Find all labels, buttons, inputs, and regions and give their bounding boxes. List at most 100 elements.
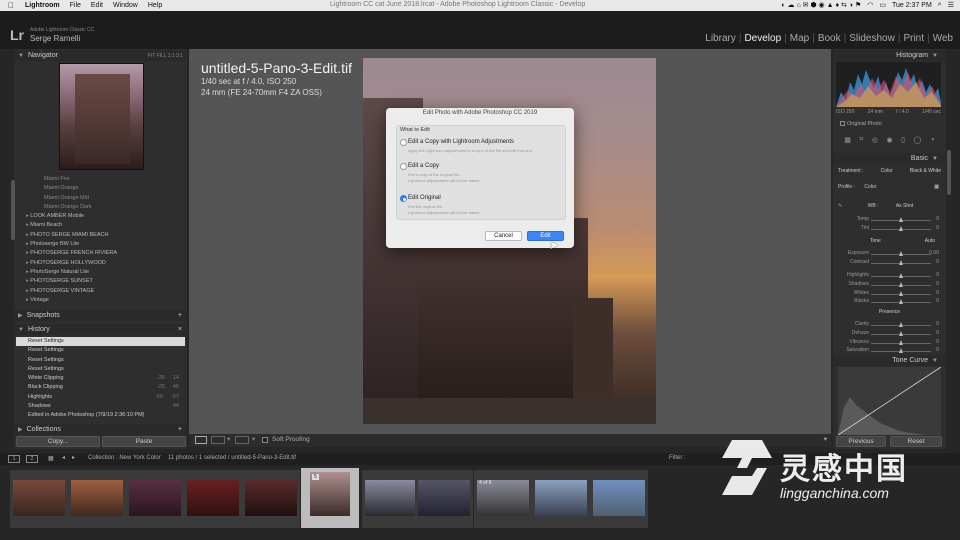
menu-window[interactable]: Window — [108, 2, 143, 9]
slider-dehaze[interactable]: Dehaze 0 — [838, 330, 941, 339]
xy-view-icon[interactable]: ▾ — [227, 435, 230, 443]
adjustment-brush-icon[interactable]: ⚬ — [930, 136, 936, 148]
slider-value[interactable]: 0 — [936, 259, 939, 265]
slider-value[interactable]: 0 — [936, 339, 939, 345]
slider-temp[interactable]: Temp 0 — [838, 216, 941, 225]
preset-item[interactable]: ▸ PHOTOSERGE HOLLYWOOD — [26, 259, 184, 268]
history-item[interactable]: Reset Settings — [16, 356, 185, 365]
copy-button[interactable]: Copy... — [16, 436, 100, 447]
module-book[interactable]: Book — [815, 33, 844, 44]
radio-button[interactable] — [400, 163, 407, 170]
graduated-filter-icon[interactable]: ▯ — [901, 136, 905, 148]
menu-help[interactable]: Help — [143, 2, 167, 9]
clear-history-icon[interactable]: × — [178, 326, 182, 333]
slider-knob[interactable] — [898, 291, 903, 296]
module-slideshow[interactable]: Slideshow — [846, 33, 898, 44]
filmstrip-thumbnail[interactable] — [532, 470, 590, 528]
clock[interactable]: Tue 2:37 PM — [892, 2, 932, 9]
slider-knob[interactable] — [898, 260, 903, 265]
treatment-bw-button[interactable]: Black & White — [910, 168, 941, 174]
slider-exposure[interactable]: Exposure 0.00 — [838, 250, 941, 259]
slider-knob[interactable] — [898, 273, 903, 278]
history-item[interactable]: Edited in Adobe Photoshop (7/9/19 2:36:1… — [16, 411, 185, 420]
menu-edit[interactable]: Edit — [86, 2, 108, 9]
radial-filter-icon[interactable]: ◯ — [913, 136, 921, 148]
paste-button[interactable]: Paste — [102, 436, 186, 447]
slider-value[interactable]: 0 — [936, 330, 939, 336]
stack-badge[interactable]: 5 — [312, 474, 319, 480]
filmstrip-thumbnail[interactable] — [415, 470, 473, 528]
preset-item[interactable]: ▸ PhotoSerge Natural Lite — [26, 268, 184, 277]
histogram[interactable] — [836, 62, 941, 107]
toolbar-menu-icon[interactable]: ▾ — [824, 435, 827, 443]
slider-contrast[interactable]: Contrast 0 — [838, 259, 941, 268]
preset-item[interactable]: ▸ PHOTOSERGE FRENCH RIVIERA — [26, 249, 184, 258]
crop-tool-icon[interactable]: ⌗ — [859, 136, 863, 148]
slider-knob[interactable] — [898, 282, 903, 287]
filmstrip-thumbnail[interactable] — [301, 468, 359, 528]
slider-highlights[interactable]: Highlights 0 — [838, 272, 941, 281]
before-after-dropdown-icon[interactable]: ▾ — [252, 435, 255, 443]
auto-tone-button[interactable]: Auto — [925, 238, 935, 244]
filmstrip-thumbnail[interactable] — [474, 470, 532, 528]
preset-item[interactable]: Miami Orange Dark — [26, 203, 184, 212]
slider-value[interactable]: 0 — [936, 216, 939, 222]
right-scrollbar[interactable] — [947, 150, 951, 195]
radio-button-selected[interactable] — [400, 195, 407, 202]
preset-item[interactable]: ▸ Vintage — [26, 296, 184, 305]
slider-value[interactable]: 0 — [936, 298, 939, 304]
preset-item[interactable]: ▸ Photoserge BW Lite — [26, 240, 184, 249]
back-arrow-icon[interactable]: ◂ — [62, 454, 65, 461]
compare-view-icon[interactable] — [211, 436, 225, 444]
photo-count[interactable]: 11 photos / 1 selected / untitled-5-Pano… — [168, 455, 296, 461]
grid-view-icon[interactable]: ▦ — [48, 455, 54, 462]
slider-knob[interactable] — [898, 226, 903, 231]
history-item[interactable]: Reset Settings — [16, 365, 185, 374]
preset-item[interactable]: Miami Orange — [26, 184, 184, 193]
filmstrip-thumbnail[interactable] — [590, 470, 648, 528]
left-scrollbar[interactable] — [11, 180, 15, 240]
preset-item[interactable]: ▸ LOOK AMBER Mobile — [26, 212, 184, 221]
preset-item[interactable]: ▸ Miami Beach — [26, 221, 184, 230]
module-web[interactable]: Web — [930, 33, 956, 44]
module-library[interactable]: Library — [702, 33, 739, 44]
slider-blacks[interactable]: Blacks 0 — [838, 298, 941, 307]
preset-item[interactable]: Miami Fire — [26, 175, 184, 184]
grid-tool-icon[interactable]: ▦ — [844, 136, 851, 148]
collections-header[interactable]: ▶ Collections + — [14, 424, 187, 435]
treatment-color-button[interactable]: Color — [881, 168, 893, 174]
navigator-header[interactable]: ▼ Navigator FIT FILL 1:1 3:1 — [14, 50, 187, 61]
menu-list-icon[interactable]: ☰ — [948, 1, 954, 9]
slider-tint[interactable]: Tint 0 — [838, 225, 941, 234]
slider-value[interactable]: 0 — [936, 225, 939, 231]
slider-knob[interactable] — [898, 251, 903, 256]
preset-item[interactable]: ▸ PHOTO SERGE MIAMI BEACH — [26, 231, 184, 240]
slider-knob[interactable] — [898, 340, 903, 345]
slider-value[interactable]: 0 — [936, 272, 939, 278]
add-collection-icon[interactable]: + — [178, 426, 182, 433]
slider-knob[interactable] — [898, 322, 903, 327]
history-item[interactable]: Highlights -56 -57 — [16, 393, 185, 402]
navigator-preview[interactable] — [59, 63, 144, 170]
profile-browser-icon[interactable]: ▦ — [934, 184, 939, 190]
slider-knob[interactable] — [898, 348, 903, 353]
basic-header[interactable]: Basic ▼ — [833, 153, 946, 164]
before-after-icon[interactable] — [235, 436, 249, 444]
tone-curve-graph[interactable] — [837, 366, 942, 436]
wb-dropdown[interactable]: As Shot — [896, 203, 914, 209]
wifi-icon[interactable]: ◠ — [867, 1, 873, 9]
filmstrip-thumbnail[interactable] — [362, 470, 420, 528]
collection-label[interactable]: Collection : New York Color — [88, 455, 161, 461]
menu-lightroom[interactable]: Lightroom — [20, 2, 65, 9]
preset-item[interactable]: ▸ PHOTOSERGE SUNSET — [26, 277, 184, 286]
histogram-header[interactable]: Histogram ▼ — [833, 50, 946, 61]
slider-value[interactable]: 0 — [936, 321, 939, 327]
slider-clarity[interactable]: Clarity 0 — [838, 321, 941, 330]
slider-knob[interactable] — [898, 331, 903, 336]
search-icon[interactable]: ⌕ — [938, 1, 942, 9]
module-map[interactable]: Map — [787, 33, 812, 44]
apple-menu-icon[interactable]:  — [0, 1, 20, 10]
main-window-button[interactable]: 1 — [8, 455, 20, 463]
filmstrip-thumbnail[interactable] — [184, 470, 242, 528]
eyedropper-icon[interactable]: ✎ — [838, 203, 842, 209]
